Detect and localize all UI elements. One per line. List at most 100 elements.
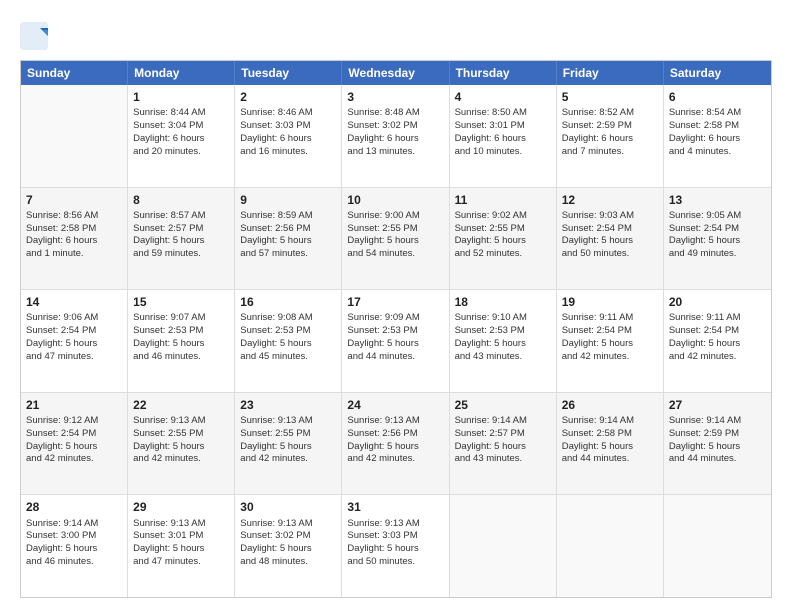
calendar-cell: 12Sunrise: 9:03 AMSunset: 2:54 PMDayligh… xyxy=(557,188,664,290)
logo-icon xyxy=(20,22,48,50)
calendar-header: SundayMondayTuesdayWednesdayThursdayFrid… xyxy=(21,61,771,85)
day-info: Sunset: 2:58 PM xyxy=(26,223,122,236)
calendar-week-4: 21Sunrise: 9:12 AMSunset: 2:54 PMDayligh… xyxy=(21,393,771,496)
day-number: 19 xyxy=(562,294,658,310)
day-info: Daylight: 5 hours xyxy=(347,441,443,454)
day-info: and 44 minutes. xyxy=(669,453,766,466)
day-info: Sunrise: 9:13 AM xyxy=(133,415,229,428)
day-info: Sunrise: 8:48 AM xyxy=(347,107,443,120)
day-info: Sunset: 2:54 PM xyxy=(562,325,658,338)
day-info: and 1 minute. xyxy=(26,248,122,261)
calendar-cell: 18Sunrise: 9:10 AMSunset: 2:53 PMDayligh… xyxy=(450,290,557,392)
header-cell-sunday: Sunday xyxy=(21,61,128,85)
calendar-week-5: 28Sunrise: 9:14 AMSunset: 3:00 PMDayligh… xyxy=(21,495,771,597)
day-info: Sunrise: 9:02 AM xyxy=(455,210,551,223)
day-info: Sunset: 2:56 PM xyxy=(240,223,336,236)
day-info: and 54 minutes. xyxy=(347,248,443,261)
calendar-cell: 13Sunrise: 9:05 AMSunset: 2:54 PMDayligh… xyxy=(664,188,771,290)
logo xyxy=(20,22,54,50)
day-number: 8 xyxy=(133,192,229,208)
day-number: 11 xyxy=(455,192,551,208)
calendar-cell: 30Sunrise: 9:13 AMSunset: 3:02 PMDayligh… xyxy=(235,495,342,597)
calendar-cell: 7Sunrise: 8:56 AMSunset: 2:58 PMDaylight… xyxy=(21,188,128,290)
calendar-cell: 20Sunrise: 9:11 AMSunset: 2:54 PMDayligh… xyxy=(664,290,771,392)
header-cell-wednesday: Wednesday xyxy=(342,61,449,85)
calendar-cell: 22Sunrise: 9:13 AMSunset: 2:55 PMDayligh… xyxy=(128,393,235,495)
calendar-body: 1Sunrise: 8:44 AMSunset: 3:04 PMDaylight… xyxy=(21,85,771,597)
day-info: and 59 minutes. xyxy=(133,248,229,261)
day-info: Sunrise: 9:14 AM xyxy=(26,518,122,531)
day-info: and 7 minutes. xyxy=(562,146,658,159)
day-info: and 16 minutes. xyxy=(240,146,336,159)
calendar-cell: 8Sunrise: 8:57 AMSunset: 2:57 PMDaylight… xyxy=(128,188,235,290)
day-number: 16 xyxy=(240,294,336,310)
calendar-cell xyxy=(664,495,771,597)
day-info: and 57 minutes. xyxy=(240,248,336,261)
day-number: 18 xyxy=(455,294,551,310)
day-number: 25 xyxy=(455,397,551,413)
day-info: Sunset: 3:02 PM xyxy=(240,530,336,543)
day-info: Sunset: 3:03 PM xyxy=(240,120,336,133)
calendar-cell: 1Sunrise: 8:44 AMSunset: 3:04 PMDaylight… xyxy=(128,85,235,187)
day-info: Daylight: 5 hours xyxy=(133,441,229,454)
day-info: Daylight: 5 hours xyxy=(562,338,658,351)
calendar-cell xyxy=(21,85,128,187)
day-info: and 42 minutes. xyxy=(26,453,122,466)
calendar-cell: 14Sunrise: 9:06 AMSunset: 2:54 PMDayligh… xyxy=(21,290,128,392)
day-info: Daylight: 5 hours xyxy=(562,441,658,454)
calendar-cell: 4Sunrise: 8:50 AMSunset: 3:01 PMDaylight… xyxy=(450,85,557,187)
calendar-cell: 2Sunrise: 8:46 AMSunset: 3:03 PMDaylight… xyxy=(235,85,342,187)
day-info: Sunrise: 9:05 AM xyxy=(669,210,766,223)
day-info: Sunrise: 9:11 AM xyxy=(562,312,658,325)
day-info: Sunrise: 9:06 AM xyxy=(26,312,122,325)
day-info: Sunset: 2:54 PM xyxy=(562,223,658,236)
day-number: 9 xyxy=(240,192,336,208)
calendar-cell: 17Sunrise: 9:09 AMSunset: 2:53 PMDayligh… xyxy=(342,290,449,392)
day-info: Sunrise: 8:46 AM xyxy=(240,107,336,120)
day-info: Sunrise: 9:13 AM xyxy=(347,415,443,428)
calendar-cell: 28Sunrise: 9:14 AMSunset: 3:00 PMDayligh… xyxy=(21,495,128,597)
day-info: Daylight: 5 hours xyxy=(669,235,766,248)
day-info: and 43 minutes. xyxy=(455,453,551,466)
day-number: 21 xyxy=(26,397,122,413)
day-info: Daylight: 5 hours xyxy=(26,338,122,351)
day-info: Sunrise: 9:13 AM xyxy=(133,518,229,531)
day-number: 5 xyxy=(562,89,658,105)
day-info: Daylight: 6 hours xyxy=(26,235,122,248)
day-info: Daylight: 5 hours xyxy=(455,338,551,351)
day-info: Daylight: 6 hours xyxy=(347,133,443,146)
calendar-cell: 21Sunrise: 9:12 AMSunset: 2:54 PMDayligh… xyxy=(21,393,128,495)
day-number: 6 xyxy=(669,89,766,105)
calendar-cell: 27Sunrise: 9:14 AMSunset: 2:59 PMDayligh… xyxy=(664,393,771,495)
calendar-week-1: 1Sunrise: 8:44 AMSunset: 3:04 PMDaylight… xyxy=(21,85,771,188)
day-info: Daylight: 5 hours xyxy=(26,543,122,556)
day-number: 31 xyxy=(347,499,443,515)
day-info: and 47 minutes. xyxy=(26,351,122,364)
day-info: Daylight: 6 hours xyxy=(562,133,658,146)
day-info: Daylight: 5 hours xyxy=(240,235,336,248)
day-info: Daylight: 5 hours xyxy=(133,543,229,556)
calendar-cell: 19 Sunrise: 9:11 AMSunset: 2:54 PMDayligh… xyxy=(557,290,664,392)
day-info: and 50 minutes. xyxy=(562,248,658,261)
day-info: Daylight: 5 hours xyxy=(347,338,443,351)
day-info: and 45 minutes. xyxy=(240,351,336,364)
day-info: and 44 minutes. xyxy=(562,453,658,466)
day-info: Sunrise: 8:54 AM xyxy=(669,107,766,120)
header-cell-tuesday: Tuesday xyxy=(235,61,342,85)
day-info: Daylight: 6 hours xyxy=(669,133,766,146)
day-info: Sunset: 2:54 PM xyxy=(669,223,766,236)
day-info: and 48 minutes. xyxy=(240,556,336,569)
day-info: and 42 minutes. xyxy=(240,453,336,466)
day-number: 17 xyxy=(347,294,443,310)
day-number: 10 xyxy=(347,192,443,208)
day-info: Daylight: 5 hours xyxy=(240,543,336,556)
day-info: Sunset: 3:01 PM xyxy=(455,120,551,133)
day-info: Sunrise: 9:08 AM xyxy=(240,312,336,325)
day-number: 3 xyxy=(347,89,443,105)
calendar-week-2: 7Sunrise: 8:56 AMSunset: 2:58 PMDaylight… xyxy=(21,188,771,291)
day-info: Sunrise: 9:14 AM xyxy=(669,415,766,428)
day-info: Sunrise: 9:13 AM xyxy=(347,518,443,531)
calendar-cell: 29Sunrise: 9:13 AMSunset: 3:01 PMDayligh… xyxy=(128,495,235,597)
day-number: 14 xyxy=(26,294,122,310)
day-info: and 50 minutes. xyxy=(347,556,443,569)
